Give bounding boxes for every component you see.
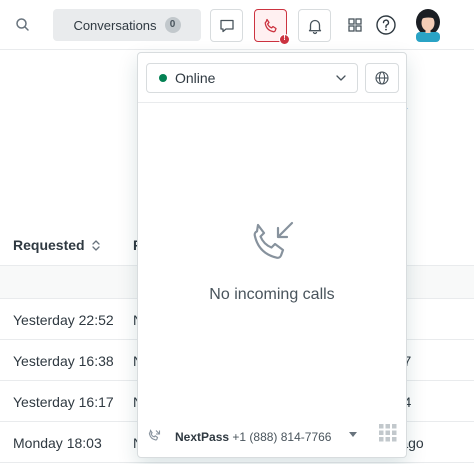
phone-icon xyxy=(264,18,277,32)
no-incoming-calls-message: No incoming calls xyxy=(209,286,335,303)
conversations-label: Conversations xyxy=(73,17,157,33)
agent-status-dropdown[interactable]: Online xyxy=(146,63,358,93)
language-button[interactable] xyxy=(365,63,399,93)
cell-requested: Yesterday 22:52 xyxy=(13,312,114,328)
caret-down-icon xyxy=(349,432,357,437)
agent-status-label: Online xyxy=(175,70,216,86)
sort-icon xyxy=(91,239,100,251)
talk-panel: Online No incoming calls NextPass +1 (88… xyxy=(137,52,407,458)
incoming-call-icon xyxy=(253,221,294,259)
chevron-down-icon xyxy=(336,75,346,81)
search-icon[interactable] xyxy=(14,16,32,34)
user-avatar[interactable] xyxy=(413,8,443,42)
conversations-count-badge: 0 xyxy=(164,17,181,33)
notifications-button[interactable] xyxy=(298,9,331,42)
call-alert-badge: ! xyxy=(279,34,290,45)
phone-line-selector[interactable]: NextPass +1 (888) 814-7766 xyxy=(138,423,406,457)
cell-requested: Yesterday 16:38 xyxy=(13,353,114,369)
phone-line-text: NextPass +1 (888) 814-7766 xyxy=(175,430,331,444)
globe-icon xyxy=(375,71,389,85)
chat-button[interactable] xyxy=(210,9,243,42)
column-header-requested-label: Requested xyxy=(13,237,85,253)
conversations-button[interactable]: Conversations 0 xyxy=(53,9,201,41)
dialpad-icon[interactable] xyxy=(379,424,397,442)
phone-line-name: NextPass xyxy=(175,430,230,444)
bell-icon xyxy=(308,19,321,34)
phone-line-number: +1 (888) 814-7766 xyxy=(232,430,332,444)
online-status-dot xyxy=(159,74,167,82)
help-icon[interactable] xyxy=(375,14,397,36)
top-bar: Conversations 0 ! xyxy=(0,0,474,50)
cell-requested: Monday 18:03 xyxy=(13,435,102,451)
phone-line-icon xyxy=(148,429,161,441)
chat-bubble-icon xyxy=(219,19,234,32)
column-header-requested[interactable]: Requested xyxy=(13,237,101,253)
product-tray-icon[interactable] xyxy=(344,14,366,36)
cell-requested: Yesterday 16:17 xyxy=(13,394,114,410)
talk-call-button[interactable]: ! xyxy=(254,9,290,45)
panel-divider xyxy=(138,102,406,103)
